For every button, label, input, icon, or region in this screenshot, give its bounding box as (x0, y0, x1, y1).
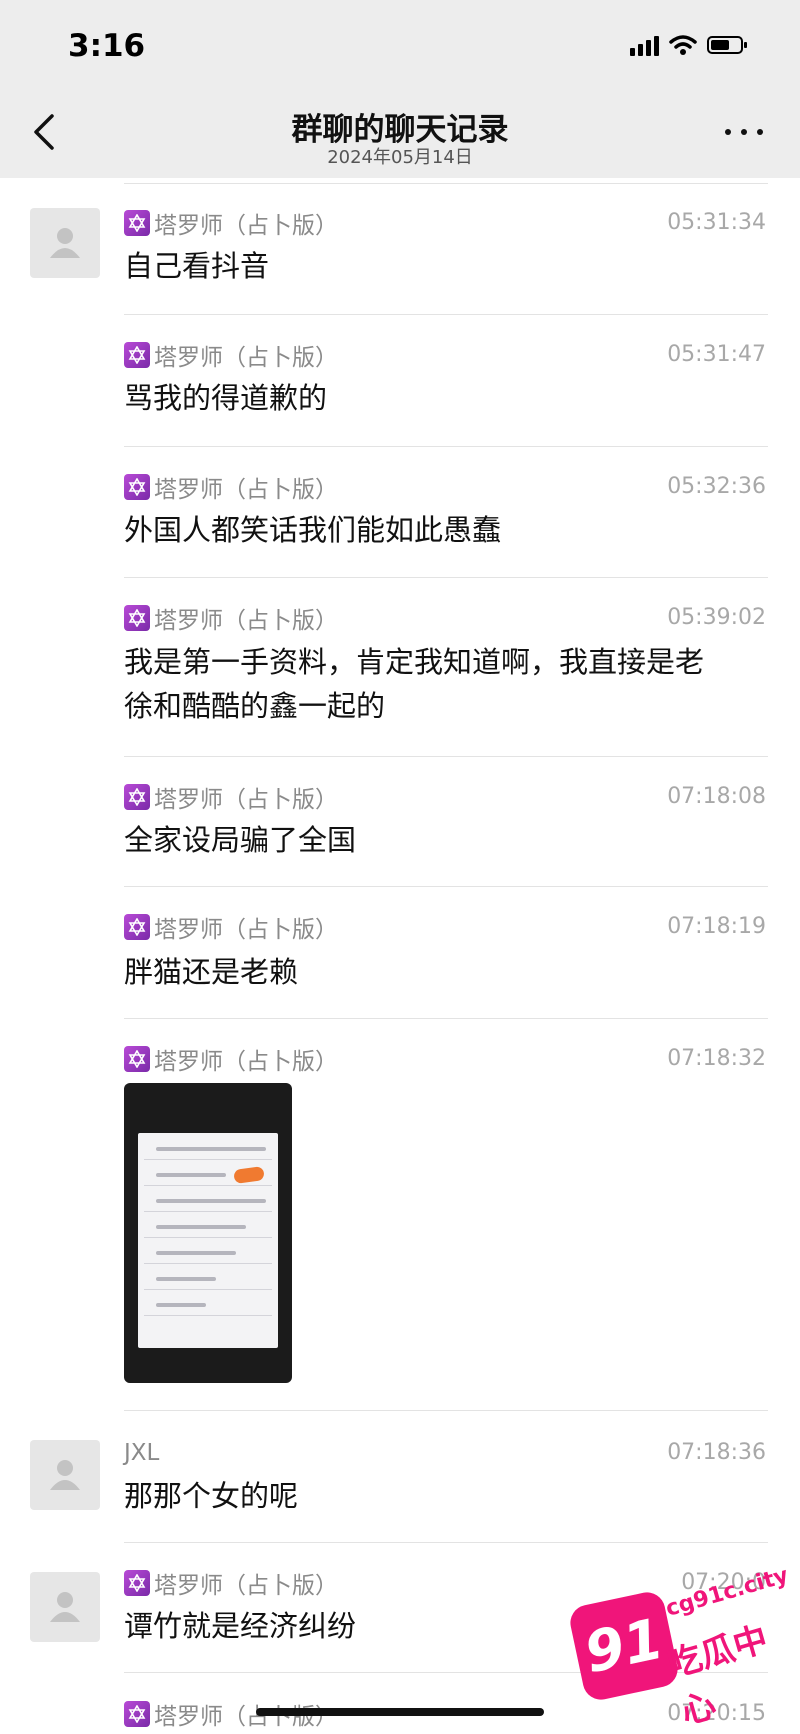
sender-name: 塔罗师（占卜版） (154, 917, 338, 943)
divider (124, 183, 768, 184)
star-of-david-badge-icon (124, 914, 150, 940)
more-dots-icon[interactable] (722, 124, 766, 140)
divider (124, 886, 768, 887)
default-avatar-icon (50, 228, 80, 258)
message-time: 07:18:36 (667, 1440, 766, 1465)
message-time: 05:39:02 (667, 605, 766, 630)
message-time: 07:18:32 (667, 1046, 766, 1071)
divider (124, 577, 768, 578)
star-of-david-badge-icon (124, 210, 150, 236)
message-text: 胖猫还是老赖 (124, 955, 299, 989)
battery-icon (707, 36, 747, 54)
status-time: 3:16 (68, 28, 146, 64)
sender-name: JXL (124, 1440, 160, 1466)
message-time: 07:18:19 (667, 914, 766, 939)
watermark: 91 cg91c.city 吃瓜中心 (567, 1563, 800, 1733)
star-of-david-badge-icon (124, 784, 150, 810)
sender-name: 塔罗师（占卜版） (154, 345, 338, 371)
message-sender-row: 塔罗师（占卜版） (124, 912, 338, 943)
message-sender-row: 塔罗师（占卜版） (124, 603, 338, 634)
message-text: 全家设局骗了全国 (124, 823, 357, 857)
sender-name: 塔罗师（占卜版） (154, 477, 338, 503)
default-avatar-icon (50, 1592, 80, 1622)
divider (124, 756, 768, 757)
message-time: 05:31:34 (667, 210, 766, 235)
divider (124, 446, 768, 447)
message-time: 05:32:36 (667, 474, 766, 499)
message-time: 05:31:47 (667, 342, 766, 367)
star-of-david-badge-icon (124, 342, 150, 368)
star-of-david-badge-icon (124, 1701, 150, 1727)
page-subtitle-date: 2024年05月14日 (327, 147, 473, 168)
sender-name: 塔罗师（占卜版） (154, 608, 338, 634)
message-sender-row: 塔罗师（占卜版） (124, 340, 338, 371)
star-of-david-badge-icon (124, 605, 150, 631)
image-content (138, 1133, 278, 1348)
star-of-david-badge-icon (124, 474, 150, 500)
divider (124, 1018, 768, 1019)
sender-name: 塔罗师（占卜版） (154, 1049, 338, 1075)
wifi-icon (669, 35, 697, 55)
nav-bar: 群聊的聊天记录 2024年05月14日 (0, 92, 800, 178)
message-text: 那那个女的呢 (124, 1479, 299, 1513)
sender-name: 塔罗师（占卜版） (154, 213, 338, 239)
default-avatar-icon (50, 1460, 80, 1490)
avatar[interactable] (30, 1440, 100, 1510)
message-sender-row: JXL (124, 1438, 159, 1468)
message-text-line: 我是第一手资料，肯定我知道啊，我直接是老 (124, 645, 705, 679)
cellular-signal-icon (630, 34, 659, 56)
message-sender-row: 塔罗师（占卜版） (124, 472, 338, 503)
message-text-line: 徐和酷酷的鑫一起的 (124, 689, 386, 723)
message-time: 07:18:08 (667, 784, 766, 809)
star-of-david-badge-icon (124, 1570, 150, 1596)
message-text: 外国人都笑话我们能如此愚蠢 (124, 513, 502, 547)
message-text: 骂我的得道歉的 (124, 381, 328, 415)
avatar[interactable] (30, 208, 100, 278)
message-text: 自己看抖音 (124, 249, 270, 283)
image-message-thumbnail[interactable] (124, 1083, 292, 1383)
home-indicator[interactable] (256, 1708, 544, 1716)
message-sender-row: 塔罗师（占卜版） (124, 208, 338, 239)
watermark-brand: 吃瓜中心 (663, 1619, 773, 1733)
message-sender-row: 塔罗师（占卜版） (124, 782, 338, 813)
divider (124, 314, 768, 315)
divider (124, 1410, 768, 1411)
star-of-david-badge-icon (124, 1046, 150, 1072)
divider (124, 1542, 768, 1543)
message-sender-row: 塔罗师（占卜版） (124, 1568, 338, 1599)
sender-name: 塔罗师（占卜版） (154, 787, 338, 813)
status-bar: 3:16 (0, 0, 800, 92)
sender-name: 塔罗师（占卜版） (154, 1573, 338, 1599)
avatar[interactable] (30, 1572, 100, 1642)
message-sender-row: 塔罗师（占卜版） (124, 1044, 338, 1075)
status-icons (630, 34, 747, 56)
